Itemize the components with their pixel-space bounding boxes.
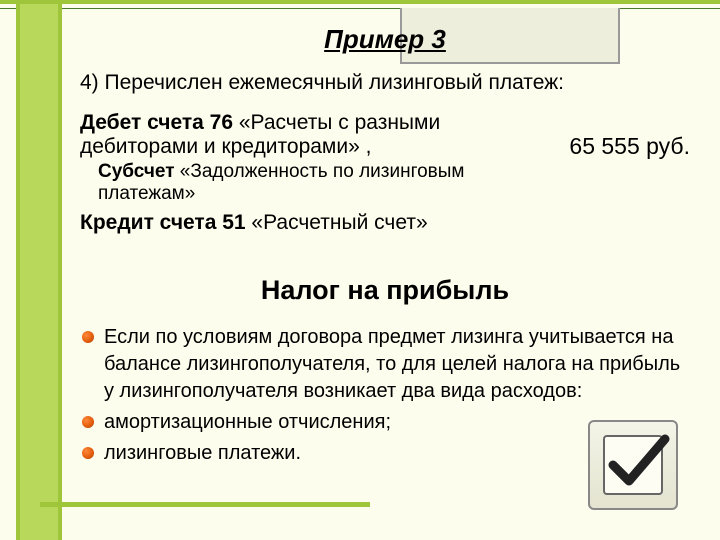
subaccount-label: Субсчет bbox=[98, 161, 175, 182]
credit-label: Кредит счета 51 bbox=[80, 211, 246, 234]
entry-left: Дебет счета 76 «Расчеты с разными дебито… bbox=[80, 111, 549, 255]
step-subtitle: 4) Перечислен ежемесячный лизинговый пла… bbox=[80, 71, 690, 95]
subaccount-line: Субсчет «Задолженность по лизинговым пла… bbox=[98, 161, 549, 205]
entry-amount: 65 555 руб. bbox=[569, 111, 690, 160]
section-title: Налог на прибыль bbox=[80, 275, 690, 306]
slide-title: Пример 3 bbox=[80, 24, 690, 55]
debit-label: Дебет счета 76 bbox=[80, 111, 233, 134]
left-accent-bar bbox=[16, 4, 62, 540]
checkmark-icon bbox=[588, 420, 678, 510]
slide: Пример 3 4) Перечислен ежемесячный лизин… bbox=[0, 0, 720, 540]
accounting-entry: Дебет счета 76 «Расчеты с разными дебито… bbox=[80, 111, 690, 255]
credit-line: Кредит счета 51 «Расчетный счет» bbox=[80, 211, 549, 235]
debit-line: Дебет счета 76 «Расчеты с разными дебито… bbox=[80, 111, 549, 159]
credit-text: «Расчетный счет» bbox=[246, 211, 428, 234]
list-item: Если по условиям договора предмет лизинг… bbox=[80, 324, 690, 405]
